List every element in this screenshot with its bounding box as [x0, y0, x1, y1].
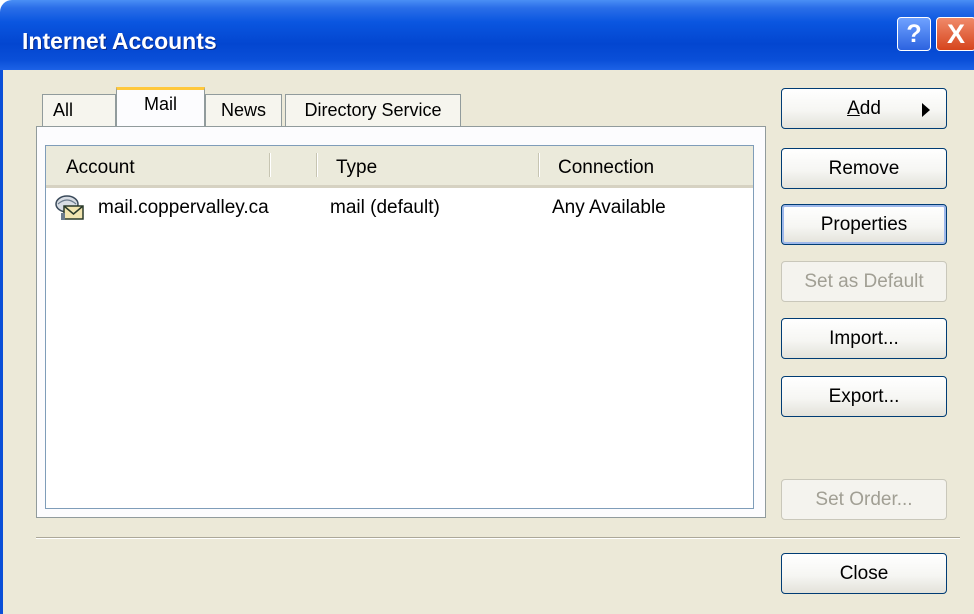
remove-button[interactable]: Remove	[781, 148, 947, 189]
tab-news[interactable]: News	[205, 94, 282, 127]
export-button[interactable]: Export...	[781, 376, 947, 417]
account-name: mail.coppervalley.ca	[98, 197, 269, 218]
column-header-account[interactable]: Account	[66, 146, 135, 185]
window-title: Internet Accounts	[22, 28, 217, 54]
internet-accounts-dialog: Internet Accounts ? X All Mail News Dire…	[0, 0, 974, 614]
column-divider[interactable]	[269, 153, 271, 177]
separator-line	[36, 537, 960, 539]
tab-directory-service-label: Directory Service	[304, 100, 442, 120]
close-window-button[interactable]: X	[936, 17, 974, 51]
column-header-connection[interactable]: Connection	[558, 146, 654, 185]
close-button[interactable]: Close	[781, 553, 947, 594]
account-connection: Any Available	[552, 197, 666, 218]
column-header-type[interactable]: Type	[336, 146, 377, 185]
add-button-label: Add	[847, 98, 881, 119]
column-divider[interactable]	[538, 153, 540, 177]
account-type: mail (default)	[330, 197, 440, 218]
add-button[interactable]: Add	[781, 88, 947, 129]
add-menu-arrow-icon	[922, 103, 930, 117]
accounts-list[interactable]: Account Type Connection mail.coppervalle…	[45, 145, 754, 509]
list-item[interactable]: mail.coppervalley.ca mail (default) Any …	[46, 191, 753, 225]
tab-all-label: All	[53, 100, 74, 120]
title-bar[interactable]: Internet Accounts ? X	[0, 0, 974, 70]
column-divider[interactable]	[316, 153, 318, 177]
tab-mail[interactable]: Mail	[116, 87, 205, 127]
tab-directory-service[interactable]: Directory Service	[285, 94, 461, 127]
tab-mail-label: Mail	[143, 94, 177, 114]
set-order-button[interactable]: Set Order...	[781, 479, 947, 520]
help-button[interactable]: ?	[897, 17, 931, 51]
set-as-default-button[interactable]: Set as Default	[781, 261, 947, 302]
tab-news-label: News	[220, 100, 266, 120]
tab-all[interactable]: All	[42, 94, 116, 127]
mail-account-icon	[55, 195, 84, 220]
import-button[interactable]: Import...	[781, 318, 947, 359]
list-header: Account Type Connection	[46, 146, 753, 188]
properties-button[interactable]: Properties	[781, 204, 947, 245]
